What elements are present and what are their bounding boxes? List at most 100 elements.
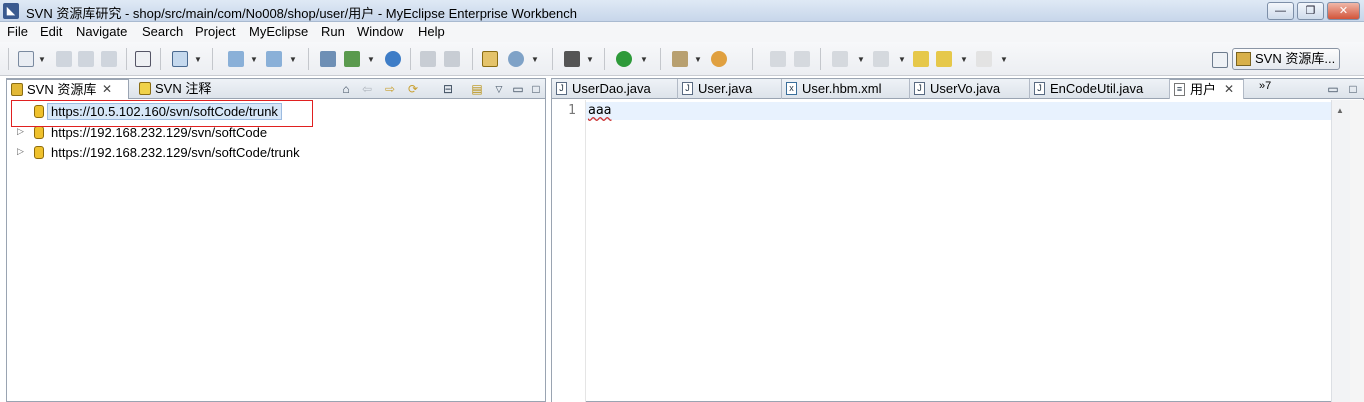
save-all-icon[interactable]: [78, 51, 94, 67]
last-edit-icon[interactable]: [913, 51, 929, 67]
text-editor[interactable]: 1 aaa: [552, 100, 1331, 402]
new-repository-icon[interactable]: ▤: [470, 82, 484, 96]
build-dropdown-icon[interactable]: ▼: [694, 55, 702, 64]
toolbar-separator: [820, 48, 821, 70]
close-tab-icon[interactable]: ✕: [102, 80, 112, 99]
tab-encodeutil-java[interactable]: J EnCodeUtil.java: [1030, 79, 1170, 99]
perspective-button[interactable]: SVN 资源库...: [1232, 48, 1340, 70]
run-app-dropdown-icon[interactable]: ▼: [367, 55, 375, 64]
tab-user-java[interactable]: J User.java: [678, 79, 782, 99]
close-window-button[interactable]: ✕: [1327, 2, 1360, 20]
menu-navigate[interactable]: Navigate: [76, 24, 127, 39]
run-dropdown-icon[interactable]: ▼: [640, 55, 648, 64]
repository-icon: [34, 126, 44, 139]
left-tab-bar: SVN 资源库 ✕ SVN 注释 ⌂ ⇦ ⇨ ⟳ ⊟ ▤ ▽ ▭ □: [7, 79, 545, 99]
perspective-label: SVN 资源库...: [1255, 51, 1336, 66]
new-dropdown-icon[interactable]: ▼: [38, 55, 46, 64]
code-text[interactable]: aaa: [588, 103, 611, 118]
deploy-dropdown-icon[interactable]: ▼: [250, 55, 258, 64]
open-type-icon[interactable]: [172, 51, 188, 67]
minimize-button[interactable]: —: [1267, 2, 1294, 20]
menu-myeclipse[interactable]: MyEclipse: [249, 24, 308, 39]
minimize-editor-icon[interactable]: ▭: [1326, 82, 1340, 96]
svn-annotate-icon: [139, 82, 151, 95]
back-dropdown-icon[interactable]: ▼: [960, 55, 968, 64]
web-project-icon[interactable]: [320, 51, 336, 67]
save-icon[interactable]: [56, 51, 72, 67]
print-icon[interactable]: [101, 51, 117, 67]
forward-dropdown-icon[interactable]: ▼: [1000, 55, 1008, 64]
pilcrow-icon[interactable]: [794, 51, 810, 67]
binary-icon[interactable]: [135, 51, 151, 67]
next-annotation-icon[interactable]: [832, 51, 848, 67]
next-annotation-dropdown-icon[interactable]: ▼: [857, 55, 865, 64]
paste-icon[interactable]: [444, 51, 460, 67]
forward-icon[interactable]: [976, 51, 992, 67]
open-folder-icon[interactable]: [711, 51, 727, 67]
camera-icon[interactable]: [564, 51, 580, 67]
build-icon[interactable]: [672, 51, 688, 67]
toolbar-separator: [160, 48, 161, 70]
tab-userdao-java[interactable]: J UserDao.java: [552, 79, 678, 99]
menu-run[interactable]: Run: [321, 24, 345, 39]
tab-uservo-java[interactable]: J UserVo.java: [910, 79, 1030, 99]
run-icon[interactable]: [616, 51, 632, 67]
tab-label: EnCodeUtil.java: [1050, 81, 1144, 96]
menu-file[interactable]: File: [7, 24, 28, 39]
maximize-view-icon[interactable]: □: [529, 82, 543, 96]
home-icon[interactable]: ⌂: [339, 82, 353, 96]
browser-icon[interactable]: [385, 51, 401, 67]
run-app-icon[interactable]: [344, 51, 360, 67]
collapse-all-icon[interactable]: ⊟: [441, 82, 455, 96]
open-perspective-icon[interactable]: [1212, 52, 1228, 68]
tab-label: User.java: [698, 81, 753, 96]
server-icon[interactable]: [266, 51, 282, 67]
tab-svn-repository[interactable]: SVN 资源库 ✕: [7, 79, 129, 99]
line-number: 1: [568, 103, 576, 118]
expand-arrow-icon[interactable]: ▷: [17, 146, 24, 157]
globe-dropdown-icon[interactable]: ▼: [531, 55, 539, 64]
open-type-dropdown-icon[interactable]: ▼: [194, 55, 202, 64]
main-toolbar: ▼ ▼ ▼ ▼ ▼ ▼ ▼ ▼ ▼ ▼ ▼ ▼ ▼: [0, 42, 1364, 76]
annotation-icon[interactable]: [770, 51, 786, 67]
expand-arrow-icon[interactable]: ▷: [17, 126, 24, 137]
server-dropdown-icon[interactable]: ▼: [289, 55, 297, 64]
toolbar-separator: [604, 48, 605, 70]
svn-perspective-icon: [1236, 52, 1251, 66]
globe-icon[interactable]: [508, 51, 524, 67]
annotation-ruler: [552, 100, 564, 402]
vertical-scrollbar[interactable]: ▲: [1331, 100, 1350, 402]
menu-help[interactable]: Help: [418, 24, 445, 39]
back-icon[interactable]: [936, 51, 952, 67]
new-icon[interactable]: [18, 51, 34, 67]
maximize-editor-icon[interactable]: □: [1346, 82, 1360, 96]
camera-dropdown-icon[interactable]: ▼: [586, 55, 594, 64]
tab-label: SVN 资源库: [27, 82, 97, 97]
more-tabs-button[interactable]: »7: [1259, 80, 1271, 92]
package-icon[interactable]: [482, 51, 498, 67]
toolbar-separator: [212, 48, 213, 70]
scroll-up-icon[interactable]: ▲: [1336, 106, 1344, 115]
prev-annotation-dropdown-icon[interactable]: ▼: [898, 55, 906, 64]
tab-user-hbm-xml[interactable]: x User.hbm.xml: [782, 79, 910, 99]
maximize-button[interactable]: ❐: [1297, 2, 1324, 20]
deploy-icon[interactable]: [228, 51, 244, 67]
window-title: SVN 资源库研究 - shop/src/main/com/No008/shop…: [26, 6, 577, 21]
back-nav-icon[interactable]: ⇦: [360, 82, 374, 96]
minimize-view-icon[interactable]: ▭: [511, 82, 525, 96]
menu-edit[interactable]: Edit: [40, 24, 62, 39]
prev-annotation-icon[interactable]: [873, 51, 889, 67]
tab-user-text[interactable]: ≡ 用户 ✕: [1170, 79, 1244, 99]
menu-project[interactable]: Project: [195, 24, 235, 39]
refresh-icon[interactable]: ⟳: [406, 82, 420, 96]
close-tab-icon[interactable]: ✕: [1224, 80, 1234, 99]
view-menu-icon[interactable]: ▽: [492, 82, 506, 96]
cut-icon[interactable]: [420, 51, 436, 67]
toolbar-separator: [552, 48, 553, 70]
menu-search[interactable]: Search: [142, 24, 183, 39]
menu-window[interactable]: Window: [357, 24, 403, 39]
tab-svn-annotate[interactable]: SVN 注释: [135, 79, 211, 99]
forward-nav-icon[interactable]: ⇨: [383, 82, 397, 96]
svn-repository-icon: [11, 83, 23, 96]
tab-label: SVN 注释: [155, 81, 212, 96]
